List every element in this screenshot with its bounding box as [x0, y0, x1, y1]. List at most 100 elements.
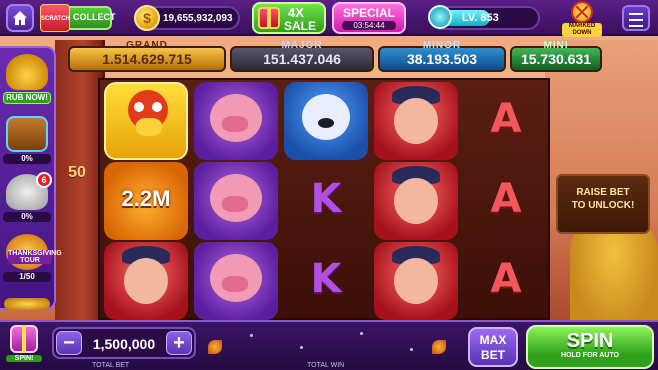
reel-5: A A A: [462, 80, 550, 322]
pumpkin-symbol: 2.2M: [104, 162, 188, 240]
thanksgiving-tour-title: THANKSGIVING TOUR: [8, 250, 62, 264]
k-symbol: K: [284, 242, 368, 320]
raise-bet-sign: RAISE BET TO UNLOCK!: [556, 174, 650, 234]
a-symbol: A: [464, 242, 548, 320]
spin-button[interactable]: SPIN HOLD FOR AUTO: [526, 325, 654, 369]
magic-lamp-feature[interactable]: RUB NOW!: [3, 54, 51, 104]
home-button[interactable]: [6, 4, 34, 32]
farmer-symbol: [374, 162, 458, 240]
leaf-icon: [432, 340, 446, 354]
reel-3: K K: [282, 80, 370, 322]
max-bet-label-1: MAX: [479, 333, 507, 347]
leaf-icon: [208, 340, 222, 354]
farmer-symbol: [374, 82, 458, 160]
max-bet-label-2: BET: [481, 348, 505, 362]
raise-bet-line-1: RAISE BET: [576, 187, 630, 198]
hold-for-auto-label: HOLD FOR AUTO: [561, 352, 619, 359]
pot-progress-label: 0%: [3, 212, 51, 222]
a-symbol: A: [464, 162, 548, 240]
jackpot-grand-label: GRAND: [126, 40, 168, 51]
k-letter: K: [310, 176, 342, 222]
total-win-caption: TOTAL WIN: [307, 362, 345, 369]
gift-box-icon: [10, 325, 38, 353]
pig-symbol: [194, 242, 278, 320]
notification-badge: 6: [36, 172, 52, 188]
tour-progress-label: 1/50: [3, 272, 51, 282]
menu-icon: [629, 13, 643, 15]
level-star-icon: [428, 5, 452, 29]
jackpot-mini-label: MINI: [543, 40, 569, 51]
jackpot-major-value: 151.437.046: [263, 51, 341, 67]
side-panel-lamp-icon: [4, 298, 50, 310]
jackpot-mini-value: 15.730.631: [520, 51, 592, 67]
collect-label: COLLECT: [73, 12, 116, 22]
side-panel: RUB NOW! 0% 6 0% THANKSGIVING TOUR 1/50: [0, 46, 62, 310]
dog-symbol: [284, 82, 368, 160]
jackpot-bar: GRAND 1.514.629.715 MAJOR 151.437.046 MI…: [66, 38, 604, 74]
sale-button[interactable]: 4X SALE: [252, 2, 326, 34]
cooking-pot-feature[interactable]: 6 0%: [3, 172, 52, 222]
farmer-symbol: [104, 242, 188, 320]
a-letter: A: [490, 256, 522, 302]
jackpot-major-label: MAJOR: [281, 40, 323, 51]
slot-reels: 2.2M K K A A A: [98, 78, 550, 320]
scratch-ticket-icon: SCRATCH: [40, 4, 70, 32]
a-letter: A: [490, 176, 522, 222]
k-letter: K: [310, 256, 342, 302]
increase-bet-button[interactable]: +: [166, 331, 192, 355]
jackpot-grand-value: 1.514.629.715: [102, 51, 192, 67]
spin-gift-label: SPIN!: [6, 355, 42, 362]
jackpot-minor-value: 38.193.503: [406, 51, 478, 67]
jackpot-major: MAJOR 151.437.046: [230, 40, 374, 72]
sale-label: SALE: [284, 19, 317, 33]
total-bet-value: 1,500,000: [92, 336, 156, 352]
coin-icon: $: [134, 5, 160, 31]
magic-lamp-icon: [6, 54, 48, 90]
menu-button[interactable]: [622, 5, 650, 31]
k-symbol: K: [284, 162, 368, 240]
spin-label: SPIN: [566, 330, 614, 352]
total-win-display: [208, 326, 450, 360]
coin-balance[interactable]: $ 19,655,932,093: [134, 5, 240, 31]
farmer-symbol: [374, 242, 458, 320]
pig-symbol: [194, 82, 278, 160]
total-bet-control: − 1,500,000 +: [52, 327, 196, 359]
special-offer-button[interactable]: SPECIAL 03:54:44: [332, 2, 406, 34]
marked-down-icon: [571, 1, 593, 23]
chest-progress-label: 0%: [3, 154, 51, 164]
level-progress[interactable]: LV. 853: [428, 5, 540, 30]
pumpkin-value: 2.2M: [121, 186, 171, 211]
home-icon: [13, 11, 27, 25]
pie-icon: THANKSGIVING TOUR: [6, 234, 62, 270]
reel-2: [192, 80, 280, 322]
jackpot-minor-label: MINOR: [422, 40, 462, 51]
special-timer: 03:54:44: [342, 21, 396, 30]
hay-bale: [570, 220, 658, 330]
scratch-collect-button[interactable]: SCRATCH COLLECT: [40, 4, 116, 32]
rub-now-label: RUB NOW!: [3, 92, 51, 104]
jackpot-mini: MINI 15.730.631: [510, 40, 602, 72]
top-bar: SCRATCH COLLECT $ 19,655,932,093 4X SALE…: [0, 0, 658, 37]
rooster-symbol: [104, 82, 188, 160]
raise-bet-line-2: TO UNLOCK!: [571, 200, 635, 211]
gift-icon: [258, 7, 280, 29]
total-bet-caption: TOTAL BET: [92, 362, 130, 369]
cooking-pot-icon: 6: [6, 172, 52, 210]
treasure-chest-icon: [6, 116, 48, 152]
marked-down-button[interactable]: MARKED DOWN: [562, 1, 602, 37]
a-letter: A: [490, 96, 522, 142]
pig-symbol: [194, 162, 278, 240]
thanksgiving-tour-feature[interactable]: THANKSGIVING TOUR 1/50: [3, 234, 62, 282]
jackpot-grand: GRAND 1.514.629.715: [68, 40, 226, 72]
reel-4: [372, 80, 460, 322]
max-bet-button[interactable]: MAX BET: [468, 327, 518, 367]
reel-1: 2.2M: [102, 80, 190, 322]
jackpot-minor: MINOR 38.193.503: [378, 40, 506, 72]
a-symbol: A: [464, 82, 548, 160]
decrease-bet-button[interactable]: −: [56, 331, 82, 355]
special-label: SPECIAL: [342, 6, 395, 20]
marked-down-label: MARKED DOWN: [562, 23, 602, 37]
treasure-chest-feature[interactable]: 0%: [3, 116, 51, 164]
level-label: LV. 853: [462, 12, 499, 24]
spin-gift-button[interactable]: SPIN!: [6, 325, 42, 369]
